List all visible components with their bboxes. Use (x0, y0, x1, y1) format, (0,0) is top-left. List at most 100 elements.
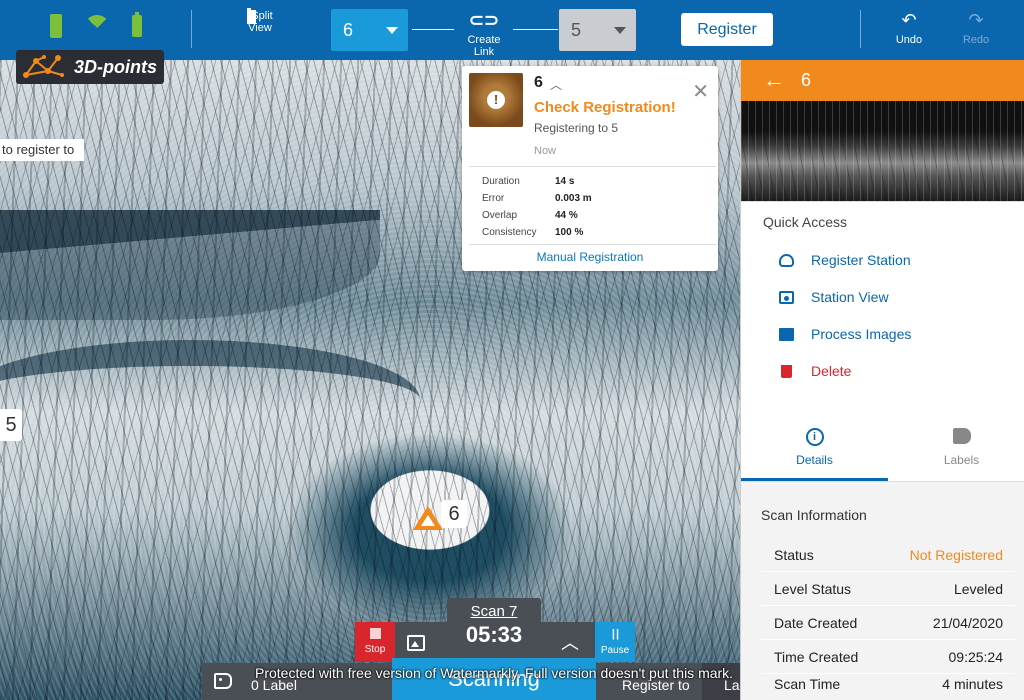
create-link-button[interactable]: ⊂⊃ Create Link (456, 10, 512, 58)
card-timestamp: Now (534, 145, 557, 157)
create-link-label: Create Link (467, 34, 501, 58)
watermark-text: Protected with free version of Watermark… (255, 665, 734, 681)
card-title: Check Registration! (534, 99, 676, 116)
panorama-preview[interactable] (741, 101, 1024, 201)
right-station-value: 5 (571, 20, 582, 40)
scan-info-label: Level Status (774, 581, 852, 597)
watermark-logo: 3D-points (16, 50, 164, 84)
scan-info-value: 21/04/2020 (932, 615, 1003, 631)
link-icon: ⊂⊃ (468, 10, 500, 30)
card-divider (469, 244, 716, 245)
chevron-up-icon[interactable]: ︿ (550, 76, 562, 93)
tab-labels[interactable]: Labels (888, 421, 1024, 481)
panel-header: ← 6 (741, 60, 1024, 101)
metric-row: Error 0.003 m (482, 190, 592, 207)
action-label: Register Station (811, 252, 911, 268)
action-label: Delete (811, 363, 852, 379)
register-hint-label: to register to (0, 139, 85, 161)
image-icon (407, 634, 425, 651)
toolbar-divider (860, 10, 861, 48)
left-station-value: 6 (343, 20, 354, 40)
stop-label: Stop (364, 644, 386, 655)
card-subtitle: Registering to 5 (534, 121, 619, 135)
link-connector (412, 29, 454, 30)
redo-button[interactable]: ↷ Redo (960, 10, 992, 46)
scan-info-label: Date Created (774, 615, 858, 631)
card-station-number: 6 (534, 74, 543, 91)
scan-info-row: Status Not Registered (761, 538, 1015, 572)
station-view-action[interactable]: Station View (741, 279, 1024, 316)
metric-value: 100 % (555, 227, 584, 238)
tab-details[interactable]: i Details (741, 421, 888, 481)
back-arrow-icon[interactable]: ← (763, 68, 785, 92)
station-details-panel: ← 6 Quick Access Register Station Statio… (740, 60, 1024, 700)
logo-network-icon (23, 55, 64, 78)
scan-info-row: Date Created 21/04/2020 (761, 606, 1015, 640)
scan-info-label: Scan Time (774, 676, 841, 692)
scan-thumbnail: ! (469, 73, 523, 127)
pause-label: Pause (600, 645, 630, 656)
stop-icon (369, 628, 381, 639)
scan-info-row: Scan Time 4 minutes (761, 667, 1015, 700)
check-registration-card: ! 6 ︿ Check Registration! Registering to… (462, 66, 718, 271)
tab-details-label: Details (796, 453, 833, 467)
battery-icon (132, 12, 142, 37)
scan-info-label: Status (774, 547, 814, 563)
register-station-action[interactable]: Register Station (741, 242, 1024, 279)
metric-row: Overlap 44 % (482, 207, 592, 224)
label-tag-icon (952, 428, 971, 444)
station-view-icon (779, 291, 794, 304)
action-label: Station View (811, 289, 889, 305)
registration-metrics: Duration 14 s Error 0.003 m Overlap 44 %… (482, 173, 592, 241)
scan-info-value: Leveled (953, 581, 1003, 597)
undo-icon: ↶ (901, 10, 917, 30)
wifi-icon (84, 15, 110, 41)
info-icon: i (805, 428, 824, 446)
station-marker-5[interactable]: 5 (0, 409, 22, 441)
warning-icon: ! (487, 91, 505, 109)
cloud-icon (779, 254, 794, 267)
metric-label: Overlap (482, 210, 518, 221)
scan-status-tab[interactable]: Scan 7 05:33 (447, 598, 541, 664)
right-station-select[interactable]: 5 (559, 9, 636, 51)
toolbar-divider (191, 10, 192, 48)
image-icon (779, 328, 794, 341)
metric-row: Consistency 100 % (482, 224, 592, 241)
left-station-select[interactable]: 6 (331, 9, 408, 51)
metric-label: Duration (482, 176, 520, 187)
quick-access-title: Quick Access (763, 214, 848, 230)
redo-label: Redo (962, 34, 990, 46)
scan-name: Scan 7 (470, 603, 518, 620)
scan-info-row: Level Status Leveled (761, 572, 1015, 606)
scan-info-title: Scan Information (761, 507, 867, 523)
scan-information-section: Scan Information Status Not Registered L… (741, 481, 1024, 700)
metric-value: 44 % (555, 210, 578, 221)
redo-icon: ↷ (968, 10, 984, 30)
scan-info-value: 4 minutes (942, 676, 1003, 692)
register-button[interactable]: Register (681, 13, 773, 46)
undo-button[interactable]: ↶ Undo (893, 10, 925, 46)
metric-row: Duration 14 s (482, 173, 592, 190)
scan-timer: 05:33 (465, 622, 523, 647)
metric-value: 0.003 m (555, 193, 592, 204)
undo-label: Undo (895, 34, 923, 46)
delete-action[interactable]: Delete (741, 353, 1024, 390)
status-value: Not Registered (909, 547, 1003, 563)
close-icon[interactable]: ✕ (692, 82, 709, 102)
station-marker-6[interactable]: 6 (413, 500, 467, 530)
card-divider (469, 166, 716, 167)
panel-tabs: i Details Labels (741, 421, 1024, 481)
manual-registration-link[interactable]: Manual Registration (462, 250, 718, 264)
device-status-group (50, 12, 142, 41)
stop-button[interactable]: Stop (355, 622, 395, 662)
link-connector (513, 29, 558, 30)
metric-label: Error (482, 193, 505, 204)
process-images-action[interactable]: Process Images (741, 316, 1024, 353)
split-view-button[interactable]: Split View (236, 8, 284, 34)
action-label: Process Images (811, 326, 912, 342)
tag-icon[interactable] (214, 673, 232, 689)
device-connected-icon (50, 14, 62, 38)
pause-button[interactable]: | | Pause (595, 622, 635, 662)
metric-label: Consistency (482, 227, 537, 238)
metric-value: 14 s (555, 176, 575, 187)
